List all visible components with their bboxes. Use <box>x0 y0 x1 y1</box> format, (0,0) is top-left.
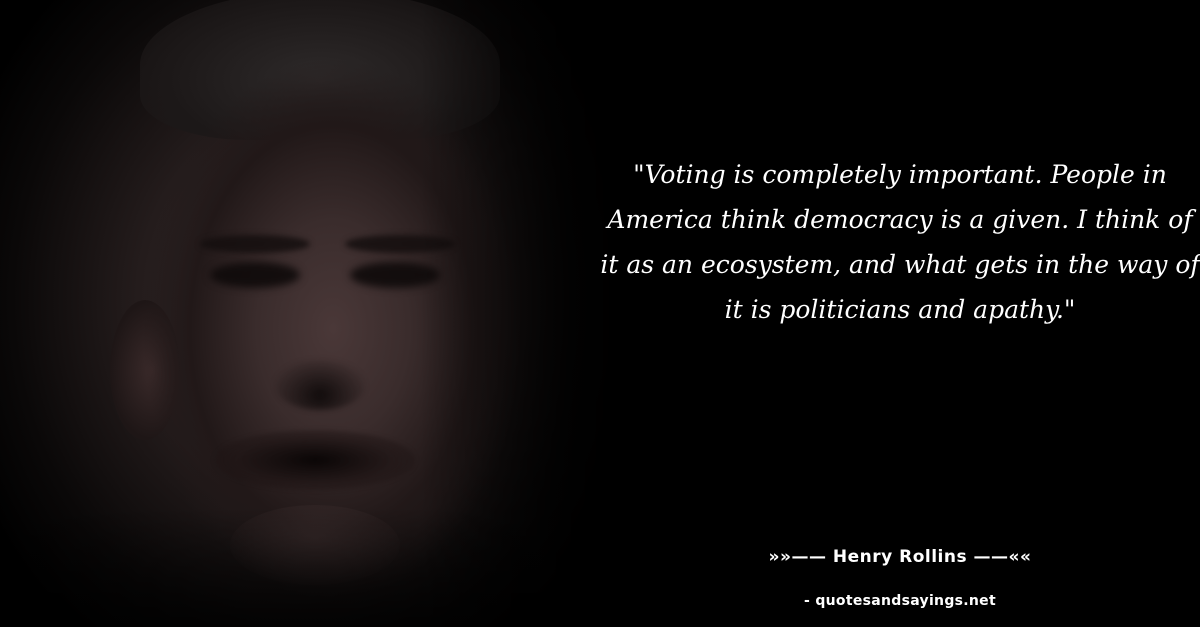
portrait-left-brow <box>200 235 310 253</box>
quote-card: "Voting is completely important. People … <box>0 0 1200 627</box>
portrait-nose <box>275 360 365 410</box>
author-portrait <box>0 0 640 627</box>
portrait-left-eye <box>210 262 300 288</box>
portrait-mouth <box>215 430 415 490</box>
quote-text: "Voting is completely important. People … <box>600 160 1200 324</box>
author-attribution: »»—— Henry Rollins ——«« <box>768 547 1032 567</box>
source-credit: - quotesandsayings.net <box>804 593 996 609</box>
portrait-fade-bottom <box>0 507 640 627</box>
